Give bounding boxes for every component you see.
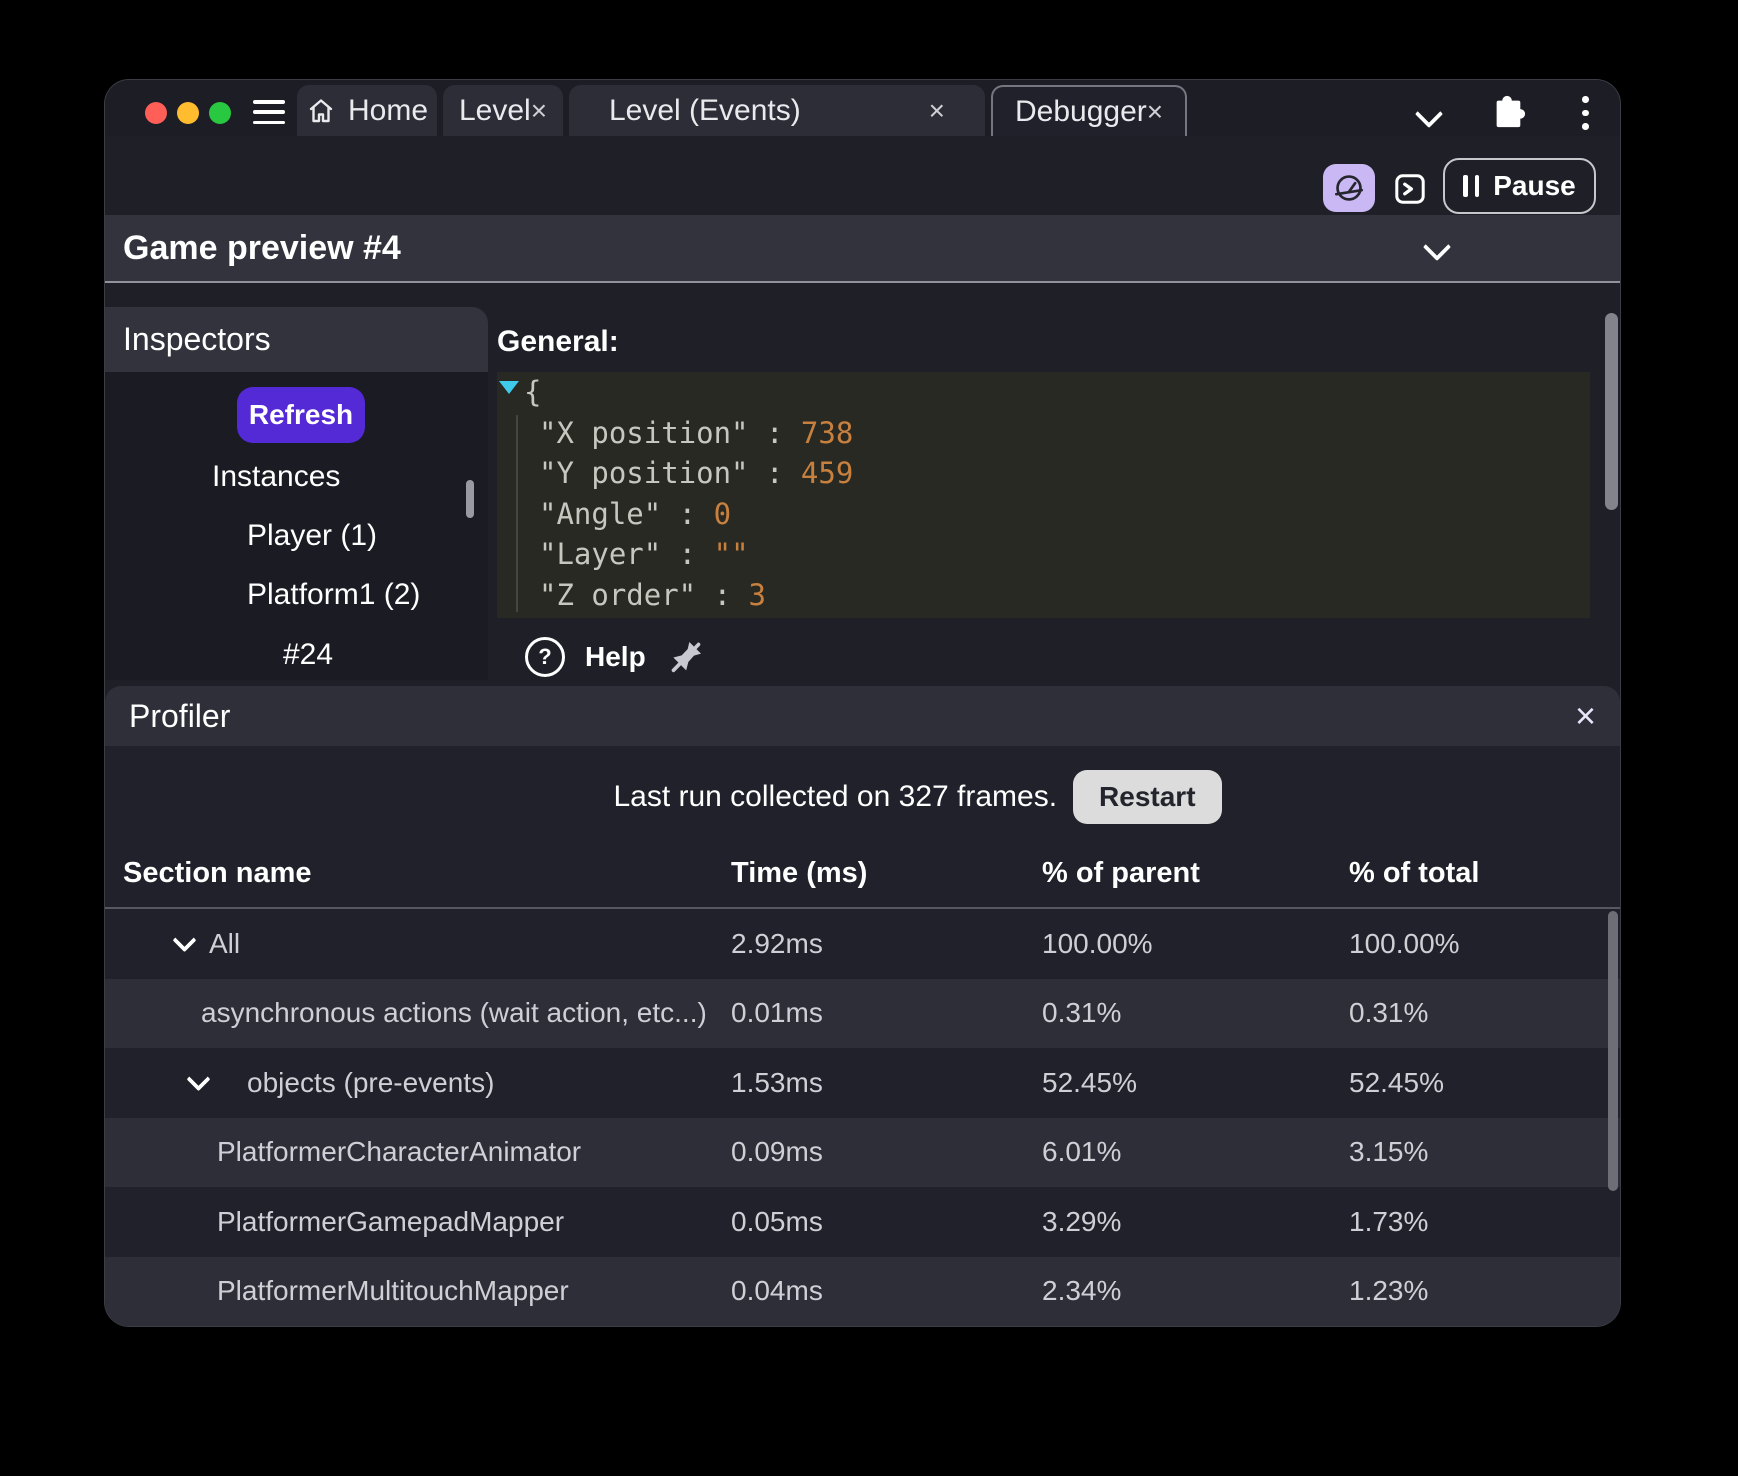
game-preview-header[interactable]: Game preview #4	[105, 215, 1620, 283]
profiler-table: All 2.92ms 100.00% 100.00% asynchronous …	[105, 907, 1620, 1326]
pause-icon	[1463, 175, 1480, 197]
profiler-header[interactable]: Profiler ×	[105, 686, 1620, 746]
table-row[interactable]: All 2.92ms 100.00% 100.00%	[105, 909, 1620, 979]
indent-guide	[516, 415, 518, 612]
profiler-table-header: Section name Time (ms) % of parent % of …	[105, 855, 1620, 891]
chevron-down-icon[interactable]	[186, 1066, 211, 1092]
home-icon	[309, 98, 333, 122]
inspectors-title: Inspectors	[123, 321, 271, 357]
pause-button[interactable]: Pause	[1443, 158, 1596, 214]
close-window-button[interactable]	[145, 102, 167, 124]
help-label[interactable]: Help	[585, 641, 646, 673]
pause-label: Pause	[1493, 170, 1576, 201]
close-tab-icon[interactable]: ×	[929, 96, 945, 125]
collapse-triangle-icon[interactable]	[499, 381, 519, 394]
column-percent-parent: % of parent	[1042, 857, 1200, 889]
tree-item-instances[interactable]: Instances	[212, 460, 340, 494]
close-profiler-icon[interactable]: ×	[1575, 698, 1596, 734]
table-row[interactable]: PlatformerGamepadMapper 0.05ms 3.29% 1.7…	[105, 1187, 1620, 1257]
json-open-brace: {	[524, 375, 542, 409]
tab-level-events[interactable]: Level (Events) ×	[569, 85, 985, 136]
help-row: ? Help	[525, 635, 706, 679]
extensions-button[interactable]	[1490, 92, 1526, 148]
tab-debugger[interactable]: Debugger ×	[991, 85, 1187, 136]
table-row[interactable]: PlatformerMultitouchMapper 0.04ms 2.34% …	[105, 1256, 1620, 1326]
profiler-scrollbar[interactable]	[1608, 911, 1618, 1191]
tree-item-platform1[interactable]: Platform1 (2)	[247, 578, 420, 612]
more-options-button[interactable]	[1582, 96, 1589, 152]
chevron-down-icon[interactable]	[172, 927, 197, 953]
profiler-title: Profiler	[129, 697, 231, 734]
general-scrollbar[interactable]	[1605, 313, 1618, 510]
table-row[interactable]: PlatformerCharacterAnimator 0.09ms 6.01%…	[105, 1117, 1620, 1187]
general-json-view: { "X position" : 738 "Y position" : 459 …	[497, 372, 1590, 618]
inspectors-scrollbar[interactable]	[466, 480, 474, 518]
tree-item-instance-24[interactable]: #24	[283, 638, 333, 672]
close-tab-icon[interactable]: ×	[1147, 97, 1163, 126]
terminal-icon	[1395, 174, 1425, 204]
tab-label: Home	[347, 93, 429, 127]
maximize-window-button[interactable]	[209, 102, 231, 124]
inspectors-header: Inspectors	[105, 307, 488, 372]
json-line: "Angle" : 0	[539, 496, 732, 531]
minimize-window-button[interactable]	[177, 102, 199, 124]
profiler-status-text: Last run collected on 327 frames.	[613, 780, 1058, 813]
json-line: "Z order" : 3	[539, 577, 766, 612]
table-row[interactable]: asynchronous actions (wait action, etc..…	[105, 978, 1620, 1048]
refresh-button[interactable]: Refresh	[237, 387, 365, 443]
chevron-down-icon	[1414, 99, 1444, 129]
json-line: "Layer" : ""	[539, 537, 749, 571]
profiler-status-row: Last run collected on 327 frames. Restar…	[160, 769, 1620, 825]
tabs-overflow-button[interactable]	[1414, 99, 1444, 160]
column-percent-total: % of total	[1349, 857, 1480, 889]
inspectors-panel: Refresh Instances Player (1) Platform1 (…	[105, 372, 488, 680]
game-preview-title: Game preview #4	[123, 228, 401, 267]
column-time: Time (ms)	[731, 857, 868, 889]
close-tab-icon[interactable]: ×	[531, 96, 547, 125]
puzzle-icon	[1496, 95, 1526, 128]
chevron-down-icon[interactable]	[1422, 232, 1452, 262]
console-button[interactable]	[1391, 170, 1429, 208]
unpin-icon[interactable]	[666, 637, 706, 677]
menu-hamburger-icon[interactable]	[253, 100, 285, 124]
tab-label: Level	[459, 93, 531, 127]
app-window: Home Level × Level (Events) × Debugger ×	[105, 80, 1620, 1326]
gauge-icon	[1335, 175, 1363, 201]
tab-label: Level (Events)	[609, 93, 801, 127]
restart-button[interactable]: Restart	[1073, 770, 1222, 824]
tab-level[interactable]: Level ×	[443, 85, 563, 136]
titlebar: Home Level × Level (Events) × Debugger ×	[105, 80, 1620, 136]
help-icon[interactable]: ?	[525, 637, 565, 677]
json-line: "Y position" : 459	[539, 456, 854, 490]
tree-item-player[interactable]: Player (1)	[247, 519, 377, 553]
json-line: "X position" : 738	[539, 415, 854, 450]
general-section-title: General:	[497, 325, 619, 358]
column-section-name: Section name	[123, 857, 312, 889]
tab-label: Debugger	[1015, 94, 1147, 128]
tab-home[interactable]: Home	[297, 85, 437, 136]
profiler-toggle-button[interactable]	[1323, 164, 1375, 212]
table-row[interactable]: objects (pre-events) 1.53ms 52.45% 52.45…	[105, 1048, 1620, 1118]
